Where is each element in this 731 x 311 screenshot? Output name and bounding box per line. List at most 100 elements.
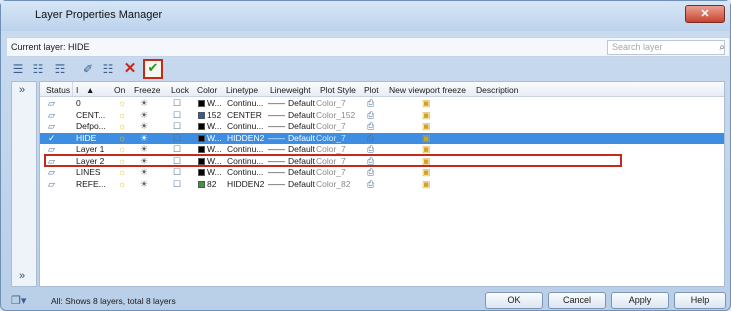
- printer-icon[interactable]: ⎙: [367, 98, 374, 109]
- layer-row[interactable]: ▱ Defpo... ☼ ☀ ☐ W... Continu... —— Default Color…: [40, 121, 724, 132]
- lock-icon[interactable]: ☐: [173, 121, 181, 132]
- col-status[interactable]: Status: [46, 85, 70, 95]
- settings-icon[interactable]: ❐▾: [11, 294, 26, 307]
- layer-name[interactable]: HIDE: [76, 133, 96, 144]
- lightbulb-icon[interactable]: ☼: [118, 121, 126, 132]
- layer-status-icon[interactable]: ▱: [48, 110, 55, 121]
- sun-icon[interactable]: ☀: [140, 98, 148, 109]
- sun-icon[interactable]: ☀: [140, 179, 148, 190]
- color-swatch[interactable]: [198, 134, 205, 142]
- col-freeze[interactable]: Freeze: [134, 85, 160, 95]
- lock-icon[interactable]: ☐: [173, 167, 181, 178]
- layer-name[interactable]: CENT...: [76, 110, 105, 121]
- lightbulb-icon[interactable]: ☼: [118, 167, 126, 178]
- viewport-freeze-icon[interactable]: ▣: [422, 98, 431, 109]
- layer-status-icon[interactable]: ▱: [48, 121, 55, 132]
- color-swatch[interactable]: [198, 100, 205, 107]
- lock-icon[interactable]: ☐: [173, 179, 181, 190]
- lock-icon[interactable]: ☐: [173, 110, 181, 121]
- lineweight-label[interactable]: Default: [288, 98, 315, 109]
- new-layer-vp-frozen-icon[interactable]: ☷: [99, 60, 117, 78]
- search-input[interactable]: Search layer ⌕: [607, 40, 725, 55]
- col-new-vp-freeze[interactable]: New viewport freeze: [389, 85, 466, 95]
- linetype-label[interactable]: CENTER: [227, 110, 262, 121]
- layer-row[interactable]: ▱ CENT... ☼ ☀ ☐ 152 CENTER —— Default Color_152 ⎙ ▣: [40, 110, 724, 121]
- color-swatch[interactable]: [198, 111, 205, 119]
- expand-filter-bottom-icon[interactable]: »: [19, 270, 25, 282]
- layer-row[interactable]: ▱ 0 ☼ ☀ ☐ W... Continu... —— Default Color_7 ⎙ ▣: [40, 98, 724, 109]
- lock-icon[interactable]: ☐: [173, 98, 181, 109]
- cancel-button[interactable]: Cancel: [548, 292, 606, 309]
- printer-icon[interactable]: ⎙: [367, 133, 374, 144]
- lightbulb-icon[interactable]: ☼: [118, 110, 126, 121]
- layer-name[interactable]: 0: [76, 98, 81, 109]
- sun-icon[interactable]: ☀: [140, 110, 148, 121]
- layer-row[interactable]: ▱ REFE... ☼ ☀ ☐ 82 HIDDEN2 —— Default Color_82 ⎙ ▣: [40, 179, 724, 190]
- set-current-icon[interactable]: ✔: [143, 59, 163, 79]
- layer-name[interactable]: REFE...: [76, 179, 106, 190]
- printer-icon[interactable]: ⎙: [367, 167, 374, 178]
- col-on[interactable]: On: [114, 85, 125, 95]
- close-button[interactable]: ✕: [685, 5, 725, 23]
- layer-status-icon[interactable]: ▱: [48, 179, 55, 190]
- col-linetype[interactable]: Linetype: [226, 85, 258, 95]
- search-icon[interactable]: ⌕: [719, 41, 725, 54]
- linetype-label[interactable]: Continu...: [227, 167, 263, 178]
- col-i[interactable]: I: [76, 85, 78, 95]
- new-property-filter-icon[interactable]: ☰: [9, 60, 27, 78]
- printer-icon[interactable]: ⎙: [367, 110, 374, 121]
- lineweight-label[interactable]: Default: [288, 133, 315, 144]
- lightbulb-icon[interactable]: ☼: [118, 179, 126, 190]
- lightbulb-icon[interactable]: ☼: [118, 98, 126, 109]
- delete-layer-icon[interactable]: ✕: [121, 60, 139, 78]
- color-label[interactable]: W...: [207, 121, 222, 132]
- layer-status-icon[interactable]: ✓: [48, 133, 56, 144]
- lineweight-label[interactable]: Default: [288, 121, 315, 132]
- col-color[interactable]: Color: [197, 85, 217, 95]
- layer-status-icon[interactable]: ▱: [48, 167, 55, 178]
- color-label[interactable]: 82: [207, 179, 216, 190]
- color-label[interactable]: 152: [207, 110, 221, 121]
- layer-row[interactable]: ▱ LINES ☼ ☀ ☐ W... Continu... —— Default Color_7 ⎙…: [40, 167, 724, 178]
- apply-button[interactable]: Apply: [611, 292, 669, 309]
- viewport-freeze-icon[interactable]: ▣: [422, 133, 431, 144]
- linetype-label[interactable]: Continu...: [227, 98, 263, 109]
- col-sort-arrow-icon[interactable]: ▲: [86, 85, 94, 95]
- col-plot[interactable]: Plot: [364, 85, 379, 95]
- sun-icon[interactable]: ☀: [140, 133, 148, 144]
- sun-icon[interactable]: ☀: [140, 121, 148, 132]
- color-swatch[interactable]: [198, 169, 205, 176]
- linetype-label[interactable]: HIDDEN2: [227, 133, 264, 144]
- new-group-filter-icon[interactable]: ☷: [29, 60, 47, 78]
- linetype-label[interactable]: HIDDEN2: [227, 179, 264, 190]
- layer-states-manager-icon[interactable]: ☶: [51, 60, 69, 78]
- title-bar[interactable]: Layer Properties Manager ✕: [1, 1, 730, 31]
- ok-button[interactable]: OK: [485, 292, 543, 309]
- color-label[interactable]: W...: [207, 167, 222, 178]
- new-layer-icon[interactable]: ✐: [79, 60, 97, 78]
- lightbulb-icon[interactable]: ☼: [118, 133, 126, 144]
- printer-icon[interactable]: ⎙: [367, 179, 374, 190]
- lock-icon[interactable]: ☐: [173, 133, 181, 144]
- layer-row[interactable]: ✓ HIDE ☼ ☀ ☐ W... HIDDEN2 —— Default Color_7 ⎙ ▣: [40, 132, 724, 144]
- sun-icon[interactable]: ☀: [140, 167, 148, 178]
- color-swatch[interactable]: [198, 123, 205, 130]
- col-lineweight[interactable]: Lineweight: [270, 85, 311, 95]
- color-swatch[interactable]: [198, 180, 205, 188]
- expand-filter-icon[interactable]: »: [19, 84, 25, 96]
- color-label[interactable]: W...: [207, 133, 222, 144]
- layer-name[interactable]: Defpo...: [76, 121, 106, 132]
- col-lock[interactable]: Lock: [171, 85, 189, 95]
- printer-icon[interactable]: ⎙: [367, 121, 374, 132]
- viewport-freeze-icon[interactable]: ▣: [422, 121, 431, 132]
- layer-name[interactable]: LINES: [76, 167, 101, 178]
- col-plot-style[interactable]: Plot Style: [320, 85, 356, 95]
- color-swatch[interactable]: [198, 146, 205, 153]
- lineweight-label[interactable]: Default: [288, 110, 315, 121]
- col-description[interactable]: Description: [476, 85, 519, 95]
- lineweight-label[interactable]: Default: [288, 167, 315, 178]
- viewport-freeze-icon[interactable]: ▣: [422, 167, 431, 178]
- color-label[interactable]: W...: [207, 98, 222, 109]
- viewport-freeze-icon[interactable]: ▣: [422, 179, 431, 190]
- help-button[interactable]: Help: [674, 292, 726, 309]
